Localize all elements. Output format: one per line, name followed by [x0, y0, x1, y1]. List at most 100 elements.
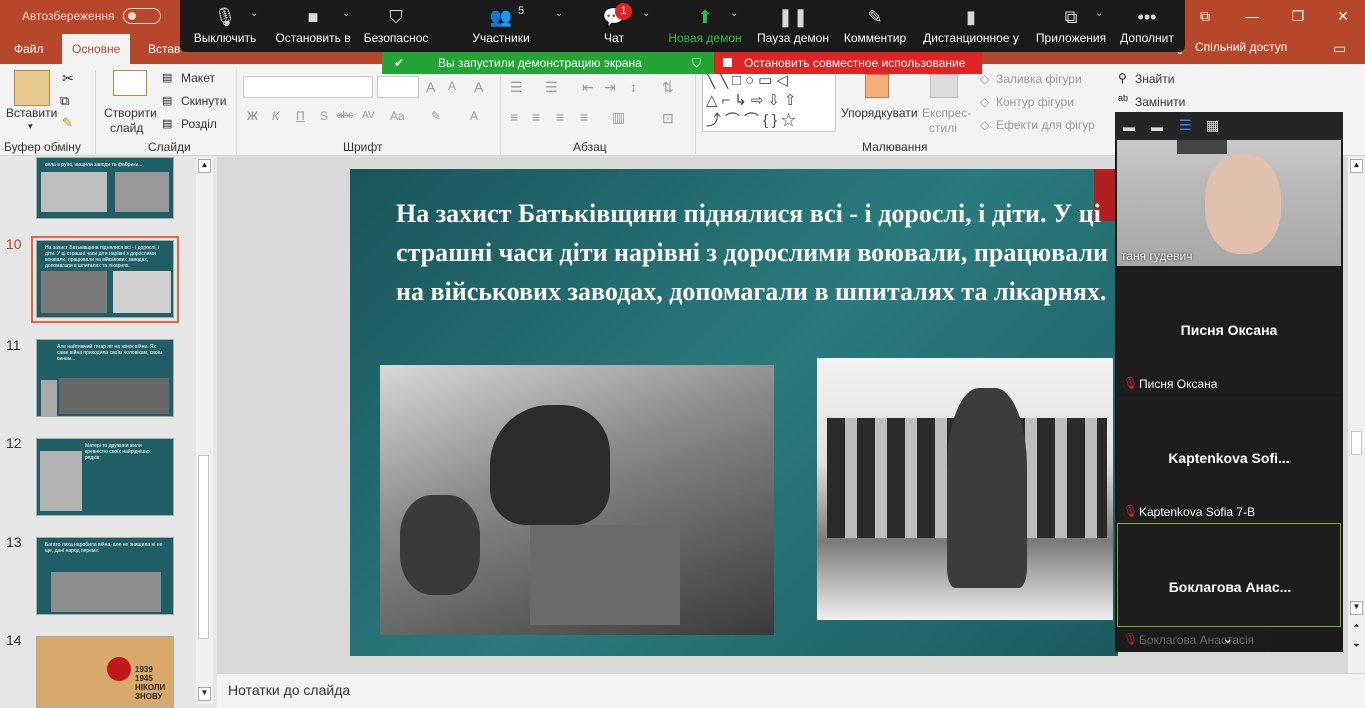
highlight-icon[interactable]: ✎	[431, 109, 441, 123]
scroll-up-arrow-icon[interactable]: ▲	[1350, 159, 1363, 173]
gallery-view-icon[interactable]: ▦	[1206, 117, 1219, 134]
chevron-down-icon[interactable]: ⌄	[642, 8, 650, 19]
tab-home[interactable]: Основне	[62, 34, 131, 64]
autosave-toggle[interactable]	[123, 8, 161, 24]
align-center-icon[interactable]: ≡	[532, 109, 540, 125]
columns-icon[interactable]: ▥	[612, 109, 625, 126]
font-family-select[interactable]	[243, 76, 373, 98]
thumbnails-scrollbar[interactable]: ▲ ▼	[196, 157, 213, 704]
participant-tile-active-speaker[interactable]: Боклагова Анас...	[1117, 523, 1341, 627]
new-slide-icon[interactable]	[113, 70, 147, 96]
minimize-icon[interactable]: ▬	[1123, 120, 1135, 134]
previous-slide-icon[interactable]: ⏶	[1350, 621, 1363, 635]
minimize-button[interactable]: —	[1232, 4, 1272, 28]
clear-format-icon[interactable]: A	[474, 79, 483, 95]
text-direction-icon[interactable]: ⇅	[662, 79, 674, 96]
shapes-gallery[interactable]: ╲╲□○▭◁ △⌐↳⇨⇩⇧ ⤴⌒⌒{}☆	[702, 70, 836, 132]
replace-button[interactable]: Замінити	[1135, 95, 1185, 109]
scroll-thumb[interactable]	[1351, 431, 1362, 455]
font-size-select[interactable]	[377, 76, 419, 98]
quick-styles-button-line2[interactable]: стилі	[929, 121, 957, 135]
chevron-down-icon[interactable]: ⌄	[250, 8, 258, 19]
participant-tile[interactable]: Писня Оксана 🎙 Писня Оксана	[1117, 268, 1341, 394]
slide-thumbnail[interactable]: Але найтяжчий тягар ліг на жінок війни. …	[36, 339, 174, 417]
paste-button[interactable]: Вставити	[6, 106, 57, 120]
pause-share-button[interactable]: ❚❚ Пауза демон	[756, 0, 830, 52]
participant-video-tile[interactable]: таня гудевич	[1117, 140, 1341, 266]
editor-scrollbar[interactable]: ▲ ▼ ⏶ ⏷	[1348, 157, 1365, 673]
ribbon-display-icon[interactable]: ⧉	[1185, 4, 1225, 28]
layout-button[interactable]: Макет	[181, 71, 215, 85]
thumbnail-view-icon[interactable]: ▬	[1151, 120, 1163, 134]
line-spacing-icon[interactable]: ↕	[630, 79, 637, 95]
bullets-icon[interactable]: ☰	[510, 79, 523, 96]
decrease-indent-icon[interactable]: ⇤	[582, 79, 594, 96]
chevron-down-icon[interactable]: ⌄	[730, 8, 738, 19]
more-button[interactable]: ••• Дополнит	[1117, 0, 1177, 52]
strikethrough-button[interactable]: abc	[337, 110, 353, 121]
share-button[interactable]: Спільний доступ	[1195, 40, 1287, 54]
underline-button[interactable]: П	[296, 109, 305, 123]
format-painter-icon[interactable]: ✎	[62, 115, 73, 131]
scroll-down-arrow-icon[interactable]: ▼	[198, 687, 211, 701]
change-case-button[interactable]: Aa	[390, 109, 405, 123]
numbering-icon[interactable]: ☰	[545, 79, 558, 96]
scroll-up-arrow-icon[interactable]: ▲	[198, 159, 211, 173]
bold-button[interactable]: Ж	[247, 109, 258, 123]
speaker-view-icon[interactable]: ☰	[1179, 117, 1192, 134]
section-button[interactable]: Розділ	[181, 117, 217, 131]
slide-photo-factory[interactable]	[380, 365, 774, 635]
paste-icon[interactable]	[14, 70, 50, 106]
annotate-button[interactable]: ✎ Комментир	[842, 0, 908, 52]
chevron-down-icon[interactable]: ⌄	[555, 8, 563, 19]
increase-indent-icon[interactable]: ⇥	[604, 79, 616, 96]
participants-button[interactable]: 👥 Участники	[462, 0, 540, 52]
shape-fill-button[interactable]: Заливка фігури	[996, 72, 1082, 86]
slide-thumbnail[interactable]: 1939 1945 НІКОЛИ ЗНОВУ	[36, 636, 174, 708]
new-slide-button-line2[interactable]: слайд	[110, 121, 143, 135]
slide-thumbnail[interactable]: села в руїні, нищили заводи та фабрики..…	[36, 157, 174, 219]
justify-icon[interactable]: ≡	[580, 109, 588, 125]
chevron-down-icon[interactable]: ⌄	[342, 8, 350, 19]
notes-pane[interactable]: Нотатки до слайда	[217, 673, 1365, 708]
reset-button[interactable]: Скинути	[181, 94, 226, 108]
slide-thumbnail-active[interactable]: На захист Батьківщини піднялися всі - і …	[36, 240, 174, 318]
align-left-icon[interactable]: ≡	[510, 109, 518, 125]
stop-share-button[interactable]: Остановить совместное использование	[714, 52, 982, 74]
comments-icon[interactable]: ▭	[1333, 40, 1346, 57]
smartart-icon[interactable]: ⊡	[662, 110, 674, 127]
quick-styles-button[interactable]: Експрес-	[922, 106, 971, 120]
tab-file[interactable]: Файл	[4, 34, 54, 64]
quick-styles-icon[interactable]	[930, 74, 958, 98]
slide-photo-soldiers[interactable]	[817, 358, 1113, 620]
char-spacing-button[interactable]: AV	[362, 110, 375, 121]
slide-title[interactable]: На захист Батьківщини піднялися всі - і …	[396, 194, 1116, 311]
grow-font-icon[interactable]: A	[426, 79, 435, 95]
slide-thumbnail[interactable]: Матері та дружини жили кревністю своїх н…	[36, 438, 174, 516]
notes-placeholder[interactable]: Нотатки до слайда	[228, 682, 350, 698]
font-color-icon[interactable]: A	[470, 109, 478, 123]
pin-icon[interactable]: ✔	[394, 52, 404, 74]
next-slide-icon[interactable]: ⏷	[1350, 641, 1363, 655]
remote-control-button[interactable]: ▮ Дистанционное у	[922, 0, 1020, 52]
italic-button[interactable]: К	[272, 109, 279, 123]
chevron-down-icon[interactable]: ⌄	[1095, 8, 1103, 19]
scroll-down-arrow-icon[interactable]: ▼	[1350, 601, 1363, 615]
chevron-down-icon[interactable]: ▾	[28, 121, 33, 132]
cut-icon[interactable]: ✂	[62, 70, 74, 87]
arrange-button[interactable]: Упорядкувати	[841, 106, 918, 120]
shrink-font-icon[interactable]: A	[448, 79, 456, 93]
chevron-down-icon[interactable]: ⌄	[1222, 630, 1234, 647]
slide-thumbnail[interactable]: Багато лиха наробила війна, але не знищи…	[36, 537, 174, 615]
shape-effects-button[interactable]: Ефекти для фігур	[996, 118, 1095, 132]
participant-tile[interactable]: Kaptenkova Sofi... 🎙 Kaptenkova Sofia 7-…	[1117, 396, 1341, 522]
close-button[interactable]: ✕	[1323, 4, 1363, 28]
align-right-icon[interactable]: ≡	[556, 109, 564, 125]
copy-icon[interactable]: ⧉	[60, 93, 69, 109]
shadow-icon[interactable]: S	[320, 109, 328, 123]
maximize-button[interactable]: ❐	[1278, 4, 1318, 28]
shape-outline-button[interactable]: Контур фігури	[996, 95, 1074, 109]
find-button[interactable]: Знайти	[1135, 72, 1174, 86]
new-slide-button[interactable]: Створити	[104, 106, 157, 120]
security-button[interactable]: ⛉ Безопаснос	[360, 0, 432, 52]
